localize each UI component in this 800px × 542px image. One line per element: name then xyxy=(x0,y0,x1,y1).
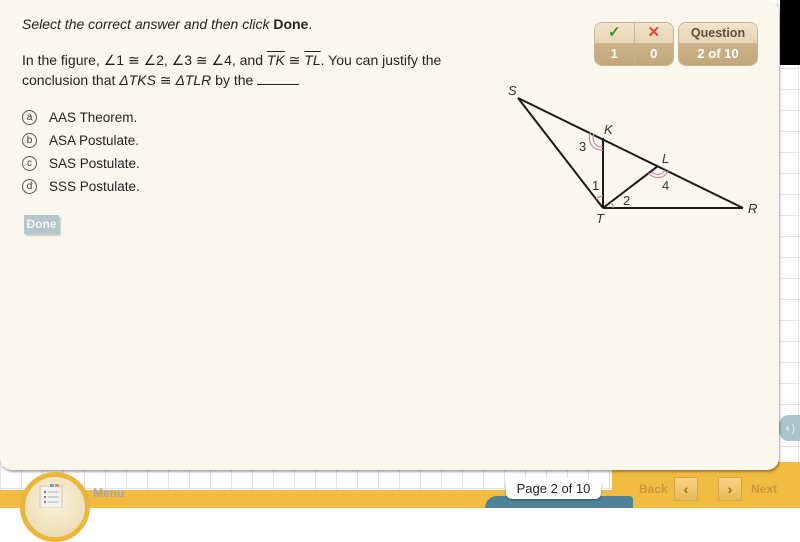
segment-s-r xyxy=(517,97,744,209)
triangle-figure: S K L T R 1 2 3 4 xyxy=(508,83,757,226)
option-label[interactable]: SSS Postulate. xyxy=(49,179,140,194)
option-d[interactable]: d SSS Postulate. xyxy=(22,175,140,198)
answer-blank xyxy=(257,72,300,85)
next-label[interactable]: Next xyxy=(751,482,777,496)
next-button[interactable]: › xyxy=(718,477,742,501)
correct-column: ✓ 1 xyxy=(595,23,634,65)
option-label[interactable]: ASA Postulate. xyxy=(49,133,139,148)
segment-s-t xyxy=(517,97,604,209)
triangle-tks: ΔTKS xyxy=(119,72,156,88)
angle-1-arc xyxy=(595,195,604,200)
instruction-suffix: . xyxy=(308,16,313,32)
instruction-prefix: Select the correct answer and then click xyxy=(22,16,274,32)
question-counter-label: Question xyxy=(679,23,757,43)
done-button[interactable]: Done xyxy=(24,215,59,234)
audio-button[interactable]: ◖) xyxy=(779,415,800,441)
option-c[interactable]: c SAS Postulate. xyxy=(22,152,140,175)
option-radio-icon[interactable]: c xyxy=(22,156,37,171)
segment-tk: TK xyxy=(266,52,285,68)
angle-4-label: 4 xyxy=(662,178,669,193)
option-radio-icon[interactable]: d xyxy=(22,179,37,194)
congruent-symbol: ≅ xyxy=(284,52,305,68)
segment-tl: TL xyxy=(304,52,321,68)
option-radio-icon[interactable]: a xyxy=(22,110,37,125)
angle-2-label: 2 xyxy=(623,193,630,208)
chevron-left-icon: ‹ xyxy=(683,481,689,497)
question-part: In the figure, ∠1 ≅ ∠2, ∠3 ≅ ∠4, and xyxy=(22,52,267,68)
question-part: by the xyxy=(211,72,258,88)
question-counter: Question 2 of 10 xyxy=(678,22,758,66)
congruent-symbol: ≅ xyxy=(155,72,176,88)
menu-list-icon xyxy=(39,484,63,508)
point-t-label: T xyxy=(596,211,605,226)
triangle-tlr: ΔTLR xyxy=(175,72,212,88)
option-b[interactable]: b ASA Postulate. xyxy=(22,129,140,152)
correct-count: 1 xyxy=(595,43,634,65)
angle-4-arc-inner xyxy=(651,169,666,176)
segment-l-t xyxy=(602,165,659,209)
speaker-icon: ◖) xyxy=(783,421,796,435)
point-k-label: K xyxy=(604,122,614,137)
page-indicator: Page 2 of 10 xyxy=(506,478,601,499)
score-widget: ✓ 1 ✕ 0 xyxy=(594,22,674,66)
menu-label[interactable]: Menu xyxy=(93,486,124,500)
option-label[interactable]: AAS Theorem. xyxy=(49,110,137,125)
incorrect-count: 0 xyxy=(634,43,673,65)
point-r-label: R xyxy=(748,201,757,216)
chevron-right-icon: › xyxy=(727,481,733,497)
incorrect-column: ✕ 0 xyxy=(633,23,673,65)
question-text: In the figure, ∠1 ≅ ∠2, ∠3 ≅ ∠4, and TK … xyxy=(22,50,462,90)
point-l-label: L xyxy=(662,151,669,166)
back-button[interactable]: ‹ xyxy=(674,477,698,501)
instruction-done-word: Done xyxy=(273,16,309,32)
checkmark-icon: ✓ xyxy=(595,23,634,43)
window-edge xyxy=(780,0,800,65)
instruction-text: Select the correct answer and then click… xyxy=(22,16,312,32)
option-radio-icon[interactable]: b xyxy=(22,133,37,148)
question-panel: Select the correct answer and then click… xyxy=(0,0,779,470)
angle-3-label: 3 xyxy=(579,139,586,154)
option-label[interactable]: SAS Postulate. xyxy=(49,156,140,171)
back-label[interactable]: Back xyxy=(639,482,668,496)
answer-options: a AAS Theorem. b ASA Postulate. c SAS Po… xyxy=(22,106,140,198)
point-s-label: S xyxy=(508,83,517,98)
option-a[interactable]: a AAS Theorem. xyxy=(22,106,140,129)
angle-1-label: 1 xyxy=(592,178,599,193)
question-counter-value: 2 of 10 xyxy=(679,43,757,65)
cross-icon: ✕ xyxy=(634,23,673,43)
